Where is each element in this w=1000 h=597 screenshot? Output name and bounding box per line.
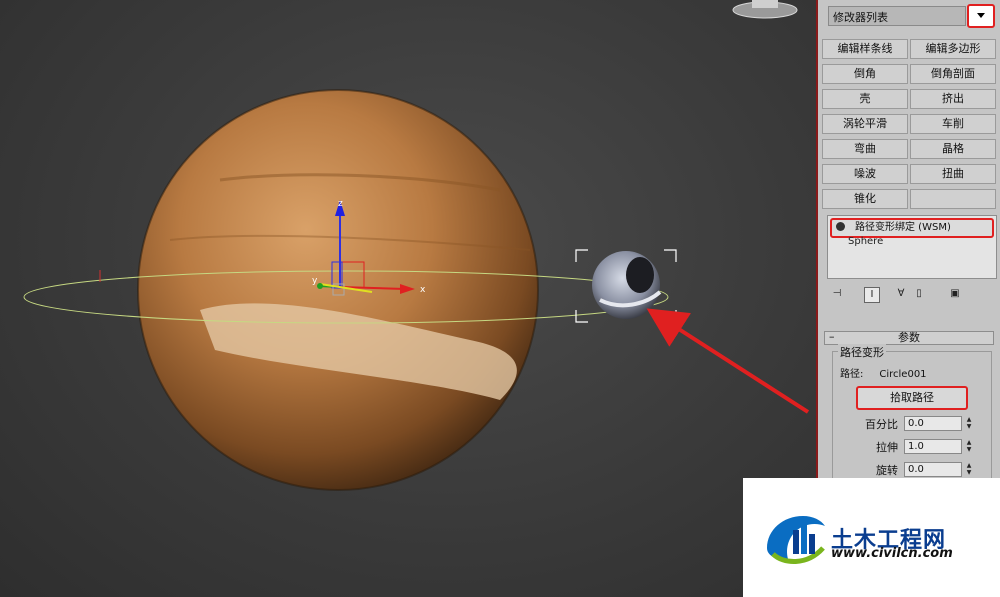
modifier-button[interactable]: 编辑多边形 bbox=[910, 39, 996, 59]
site-logo-icon bbox=[767, 516, 825, 564]
viewcube-icon bbox=[752, 0, 778, 8]
3d-viewport[interactable]: z x y bbox=[0, 0, 816, 597]
rollout-title: 参数 bbox=[898, 331, 920, 344]
modifier-button[interactable]: 倒角 bbox=[822, 64, 908, 84]
modifier-button[interactable]: 倒角剖面 bbox=[910, 64, 996, 84]
pick-path-button[interactable]: 拾取路径 bbox=[856, 386, 968, 410]
group-title: 路径变形 bbox=[838, 344, 886, 360]
svg-text:y: y bbox=[312, 276, 318, 286]
remove-modifier-icon[interactable]: ▯ bbox=[912, 287, 926, 301]
path-row: 路径: Circle001 bbox=[840, 365, 927, 380]
show-end-result-icon[interactable]: I bbox=[864, 287, 880, 303]
modifier-button[interactable]: 编辑样条线 bbox=[822, 39, 908, 59]
modifier-button[interactable]: 噪波 bbox=[822, 164, 908, 184]
make-unique-icon[interactable]: ∀ bbox=[894, 287, 908, 301]
lightbulb-icon[interactable] bbox=[836, 222, 845, 231]
planet-sphere bbox=[137, 89, 539, 491]
rotation-label: 旋转 bbox=[876, 464, 898, 477]
svg-text:x: x bbox=[420, 285, 426, 295]
svg-text:z: z bbox=[338, 199, 343, 209]
dropdown-arrow-button[interactable] bbox=[967, 4, 995, 28]
modifier-button[interactable] bbox=[910, 189, 996, 209]
moon-sphere bbox=[592, 251, 662, 319]
modifier-button[interactable]: 涡轮平滑 bbox=[822, 114, 908, 134]
path-value: Circle001 bbox=[879, 369, 927, 380]
percent-spinner[interactable]: 0.0 bbox=[904, 416, 962, 431]
modifier-stack[interactable]: 路径变形绑定 (WSM) Sphere bbox=[827, 215, 997, 279]
collapse-icon: – bbox=[829, 330, 835, 343]
percent-label: 百分比 bbox=[865, 418, 898, 431]
modifier-button[interactable]: 壳 bbox=[822, 89, 908, 109]
pin-stack-icon[interactable]: ⊣ bbox=[830, 287, 844, 301]
annotation-arrow bbox=[646, 308, 810, 414]
stretch-spinner[interactable]: 1.0 bbox=[904, 439, 962, 454]
configure-sets-icon[interactable]: ▣ bbox=[948, 287, 962, 301]
modifier-button[interactable]: 挤出 bbox=[910, 89, 996, 109]
watermark-url: www.civilcn.com bbox=[831, 546, 953, 561]
stack-toolbar: ⊣ I ∀ ▯ ▣ bbox=[828, 287, 998, 303]
modifier-button[interactable]: 锥化 bbox=[822, 189, 908, 209]
viewport-scene: z x y bbox=[23, 0, 810, 491]
stack-item-pathdeform[interactable]: 路径变形绑定 (WSM) bbox=[830, 218, 994, 238]
percent-spinner-arrows[interactable]: ▲ ▼ bbox=[964, 416, 974, 431]
stretch-label: 拉伸 bbox=[876, 441, 898, 454]
stack-item-label: 路径变形绑定 (WSM) bbox=[855, 222, 951, 233]
watermark: 土木工程网 www.civilcn.com bbox=[743, 478, 1000, 597]
stretch-spinner-arrows[interactable]: ▲ ▼ bbox=[964, 439, 974, 454]
modifier-button[interactable]: 晶格 bbox=[910, 139, 996, 159]
chevron-down-icon bbox=[977, 13, 985, 18]
params-rollout-header[interactable]: – 参数 bbox=[824, 331, 994, 345]
modifier-button[interactable]: 弯曲 bbox=[822, 139, 908, 159]
modifier-list-dropdown[interactable]: 修改器列表 bbox=[828, 6, 966, 26]
modifier-button[interactable]: 扭曲 bbox=[910, 164, 996, 184]
modifier-button[interactable]: 车削 bbox=[910, 114, 996, 134]
rotation-spinner-arrows[interactable]: ▲ ▼ bbox=[964, 462, 974, 477]
stack-item-sphere[interactable]: Sphere bbox=[848, 236, 883, 247]
path-label: 路径: bbox=[840, 369, 864, 380]
rotation-spinner[interactable]: 0.0 bbox=[904, 462, 962, 477]
